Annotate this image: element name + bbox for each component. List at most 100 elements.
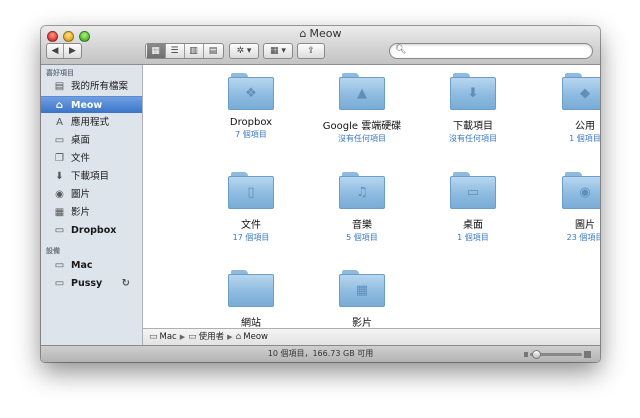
downloads-icon: ⬇ [55,171,64,182]
home-icon: ⌂ [55,100,64,111]
item-count: 7 個項目 [235,130,267,139]
path-segment-meow[interactable]: Meow [243,332,268,342]
desktop-icon: ▭ [54,135,65,146]
movies-folder-icon: ▦ [339,270,385,308]
item-name: Dropbox [229,117,273,128]
folder-item-public[interactable]: ◆ 公用 1 個項目 [535,73,600,144]
folder-icon: ▭ [54,225,65,236]
item-name: Google 雲端硬碟 [322,121,402,132]
sidebar-item-label: 影片 [71,207,91,218]
column-view-button[interactable]: ▥ [185,44,204,58]
path-segment-mac[interactable]: Mac [160,332,177,342]
computer-icon: ▭ [54,260,65,271]
sidebar-item-label: Meow [71,100,103,111]
sidebar-heading-favorites: 喜好項目 [46,69,74,77]
title-bar: ⌂ Meow ◀ ▶ ▦ ☰ ▥ ▤ ✲ ▾ ▦ ▾ ⇪ 🔍︎ [41,26,600,65]
sidebar-item-mac[interactable]: ▭ Mac [41,257,142,274]
sidebar-item-label: Pussy [71,278,103,289]
back-forward-control: ◀ ▶ [46,43,82,59]
item-name: 音樂 [352,220,372,231]
sidebar-item-label: 應用程式 [71,117,110,128]
folder-item-google-drive[interactable]: ▲ Google 雲端硬碟 沒有任何項目 [312,73,412,144]
search-icon: 🔍︎ [395,45,407,55]
folder-item-documents[interactable]: ▯ 文件 17 個項目 [201,172,301,243]
search-field[interactable]: 🔍︎ [389,43,593,59]
item-count: 23 個項目 [566,233,600,242]
sidebar-item-all-my-files[interactable]: ▤ 我的所有檔案 [41,78,142,95]
item-count: 1 個項目 [569,134,600,143]
pictures-folder-icon: ◉ [562,172,600,210]
small-icon-size-icon [524,352,528,357]
home-icon: ⌂ [235,332,242,342]
sidebar: 喜好項目 ▤ 我的所有檔案 ⌂ Meow A 應用程式 ▭ 桌面 ❐ 文件 ⬇ 下載項目 ◉… [41,65,143,345]
computer-icon: ▭ [149,332,158,342]
folder-item-downloads[interactable]: ⬇ 下載項目 沒有任何項目 [423,73,523,144]
icon-view-button[interactable]: ▦ [146,44,166,58]
path-segment-users[interactable]: 使用者 [199,332,225,342]
dropbox-folder-icon: ❖ [228,73,274,111]
sidebar-item-label: 下載項目 [71,171,110,182]
downloads-folder-icon: ⬇ [450,73,496,111]
folder-item-movies[interactable]: ▦ 影片 [312,270,412,329]
folder-item-dropbox[interactable]: ❖ Dropbox 7 個項目 [201,73,301,140]
eject-icon[interactable]: ↻ [122,275,130,292]
public-folder-icon: ◆ [562,73,600,111]
folder-item-music[interactable]: ♫ 音樂 5 個項目 [312,172,412,243]
sites-folder-icon [228,270,274,308]
item-count: 沒有任何項目 [338,134,386,143]
sidebar-item-applications[interactable]: A 應用程式 [41,114,142,131]
finder-window: ⌂ Meow ◀ ▶ ▦ ☰ ▥ ▤ ✲ ▾ ▦ ▾ ⇪ 🔍︎ 喜好項目 ▤ 我的所有檔案 … [41,26,600,362]
movies-icon: ▦ [54,207,65,218]
sidebar-item-dropbox[interactable]: ▭ Dropbox [41,222,142,239]
disk-icon: ▭ [54,278,65,289]
folder-item-pictures[interactable]: ◉ 圖片 23 個項目 [535,172,600,243]
folder-content: ❖ Dropbox 7 個項目 ▲ Google 雲端硬碟 沒有任何項目 ⬇ 下… [143,65,600,329]
item-name: 下載項目 [453,121,493,132]
view-mode-control: ▦ ☰ ▥ ▤ [145,43,224,59]
status-bar: 10 個項目，166.73 GB 可用 [41,345,600,362]
window-title: ⌂ Meow [41,27,600,41]
icon-size-slider-knob[interactable] [531,350,541,359]
path-separator: ▶ [227,333,233,341]
coverflow-view-button[interactable]: ▤ [204,44,223,58]
large-icon-size-icon [584,351,591,358]
sidebar-item-documents[interactable]: ❐ 文件 [41,150,142,167]
path-bar: ▭ Mac ▶ ▭ 使用者 ▶ ⌂ Meow [143,328,600,345]
status-text: 10 個項目，166.73 GB 可用 [267,349,374,358]
item-count: 1 個項目 [457,233,489,242]
item-name: 影片 [352,318,372,329]
item-count: 5 個項目 [346,233,378,242]
all-files-icon: ▤ [54,81,65,92]
item-name: 網站 [241,318,261,329]
list-view-button[interactable]: ☰ [166,44,185,58]
sidebar-item-desktop[interactable]: ▭ 桌面 [41,132,142,149]
sidebar-item-meow[interactable]: ⌂ Meow [41,96,142,113]
folder-item-desktop[interactable]: ▭ 桌面 1 個項目 [423,172,523,243]
path-separator: ▶ [179,333,186,341]
folder-item-sites[interactable]: 網站 [201,270,301,329]
sidebar-item-downloads[interactable]: ⬇ 下載項目 [41,168,142,185]
item-name: 公用 [575,121,595,132]
desktop-folder-icon: ▭ [450,172,496,210]
music-folder-icon: ♫ [339,172,385,210]
action-menu-button[interactable]: ✲ ▾ [229,43,259,59]
back-button[interactable]: ◀ [47,44,64,58]
sidebar-item-label: Mac [71,260,93,271]
arrange-menu-button[interactable]: ▦ ▾ [263,43,293,59]
documents-folder-icon: ▯ [228,172,274,210]
sidebar-item-pussy[interactable]: ▭ Pussy ↻ [41,275,142,292]
item-name: 桌面 [463,220,483,231]
sidebar-item-label: 圖片 [71,189,91,200]
google-drive-folder-icon: ▲ [339,73,385,111]
share-button[interactable]: ⇪ [297,43,325,59]
documents-icon: ❐ [55,153,64,164]
item-count: 17 個項目 [232,233,270,242]
item-count: 沒有任何項目 [449,134,497,143]
forward-button[interactable]: ▶ [64,44,81,58]
home-icon: ⌂ [299,27,307,40]
item-name: 文件 [241,220,261,231]
sidebar-item-movies[interactable]: ▦ 影片 [41,204,142,221]
sidebar-item-label: 桌面 [71,135,91,146]
sidebar-item-pictures[interactable]: ◉ 圖片 [41,186,142,203]
pictures-icon: ◉ [55,189,64,200]
